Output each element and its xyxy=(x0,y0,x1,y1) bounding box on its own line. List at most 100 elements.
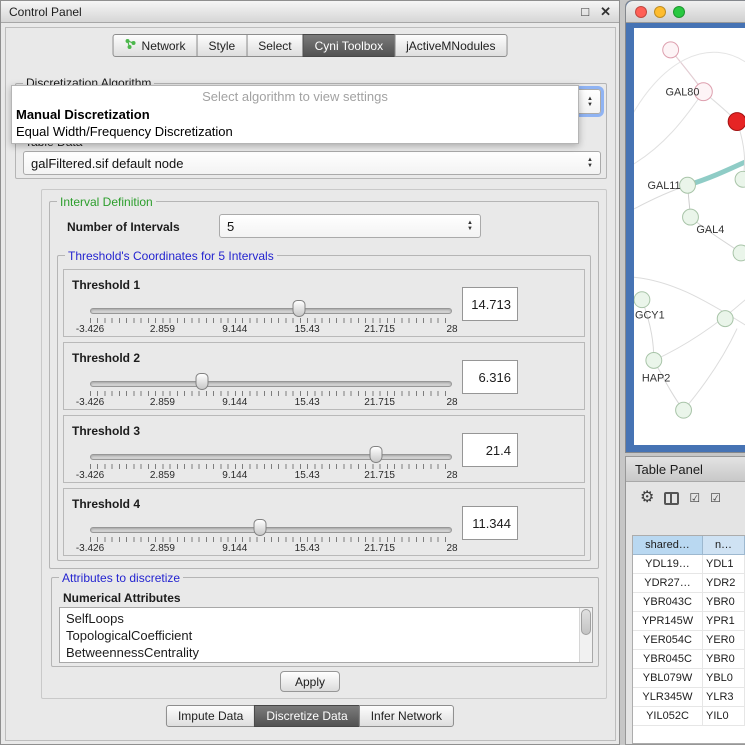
table-cell[interactable]: YIL0 xyxy=(703,707,745,725)
table-cell[interactable]: YBR0 xyxy=(703,650,745,668)
threshold-value-field[interactable]: 11.344 xyxy=(462,506,518,540)
node-label: GCY1 xyxy=(635,310,665,322)
combo-spinner-icon: ▲▼ xyxy=(467,220,473,232)
control-panel-window: Control Panel □ ✕ Network Style Select C… xyxy=(0,0,620,745)
window-title: Control Panel xyxy=(9,5,82,19)
table-cell[interactable]: YDL1 xyxy=(703,555,745,573)
table-row[interactable]: YBR043CYBR0 xyxy=(633,593,745,612)
close-window-icon[interactable]: ✕ xyxy=(600,1,611,23)
dropdown-option-manual[interactable]: Manual Discretization xyxy=(12,106,578,123)
attribute-list-item[interactable]: BetweennessCentrality xyxy=(66,644,579,661)
table-cell[interactable]: YLR3 xyxy=(703,688,745,706)
tab-network[interactable]: Network xyxy=(113,34,198,57)
table-cell[interactable]: YDL19… xyxy=(633,555,703,573)
table-panel-titlebar: Table Panel xyxy=(626,457,745,482)
table-cell[interactable]: YER054C xyxy=(633,631,703,649)
slider-thumb[interactable] xyxy=(196,373,209,390)
tab-style[interactable]: Style xyxy=(197,34,248,57)
network-window-titlebar xyxy=(626,1,745,23)
network-canvas[interactable]: GAL80GAL11GAL4GCY1HAP2 xyxy=(634,28,745,445)
threshold-value-field[interactable]: 14.713 xyxy=(462,287,518,321)
network-node[interactable] xyxy=(680,177,696,193)
network-edge[interactable] xyxy=(654,295,745,361)
table-row[interactable]: YER054CYER0 xyxy=(633,631,745,650)
table-cell[interactable]: YIL052C xyxy=(633,707,703,725)
network-node[interactable] xyxy=(663,42,679,58)
network-node[interactable] xyxy=(646,352,662,368)
slider-track[interactable] xyxy=(90,308,452,314)
tab-impute-data[interactable]: Impute Data xyxy=(166,705,255,727)
number-of-intervals-value: 5 xyxy=(227,219,234,234)
table-cell[interactable]: YBR043C xyxy=(633,593,703,611)
network-node[interactable] xyxy=(676,402,692,418)
table-row[interactable]: YBL079WYBL0 xyxy=(633,669,745,688)
slider-thumb[interactable] xyxy=(292,300,305,317)
dropdown-option-equal-width[interactable]: Equal Width/Frequency Discretization xyxy=(12,123,578,140)
tick-label: 15.43 xyxy=(295,543,320,554)
numerical-attributes-list[interactable]: SelfLoopsTopologicalCoefficientBetweenne… xyxy=(59,607,593,663)
slider-track[interactable] xyxy=(90,527,452,533)
threshold-value-field[interactable]: 21.4 xyxy=(462,433,518,467)
network-node[interactable] xyxy=(735,171,745,187)
table-cell[interactable]: YBR0 xyxy=(703,593,745,611)
network-edge[interactable] xyxy=(654,360,684,410)
column-header-shared-name[interactable]: shared… xyxy=(633,536,703,555)
table-row[interactable]: YBR045CYBR0 xyxy=(633,650,745,669)
table-panel-title: Table Panel xyxy=(635,462,703,477)
network-node[interactable] xyxy=(733,245,745,261)
network-node[interactable] xyxy=(683,209,699,225)
select-all-icon[interactable]: ☑ xyxy=(689,492,700,504)
threshold-value-field[interactable]: 6.316 xyxy=(462,360,518,394)
network-node[interactable] xyxy=(717,311,733,327)
select-none-icon[interactable]: ☑ xyxy=(710,492,721,504)
tab-discretize-data[interactable]: Discretize Data xyxy=(254,705,359,727)
tab-jactivemnodules[interactable]: jActiveMNodules xyxy=(394,34,507,57)
slider-track[interactable] xyxy=(90,454,452,460)
control-panel-titlebar: Control Panel □ ✕ xyxy=(1,1,619,23)
slider-thumb[interactable] xyxy=(254,519,267,536)
columns-icon[interactable] xyxy=(664,492,679,505)
table-row[interactable]: YLR345WYLR3 xyxy=(633,688,745,707)
table-cell[interactable]: YPR145W xyxy=(633,612,703,630)
attribute-list-item[interactable]: TopologicalCoefficient xyxy=(66,627,579,644)
threshold-label: Threshold 3 xyxy=(72,424,140,438)
tab-select[interactable]: Select xyxy=(246,34,303,57)
table-cell[interactable]: YPR1 xyxy=(703,612,745,630)
network-node[interactable] xyxy=(634,292,650,308)
table-row[interactable]: YPR145WYPR1 xyxy=(633,612,745,631)
threshold-label: Threshold 2 xyxy=(72,351,140,365)
network-edge[interactable] xyxy=(634,92,703,168)
table-cell[interactable]: YBL079W xyxy=(633,669,703,687)
gear-icon[interactable]: ⚙ xyxy=(640,490,654,506)
slider-ticks xyxy=(90,391,452,396)
tick-label: 28 xyxy=(446,324,457,335)
tick-label: -3.426 xyxy=(76,543,104,554)
table-cell[interactable]: YBL0 xyxy=(703,669,745,687)
table-cell[interactable]: YER0 xyxy=(703,631,745,649)
number-of-intervals-select[interactable]: 5 ▲▼ xyxy=(219,214,481,238)
table-row[interactable]: YDR27…YDR2 xyxy=(633,574,745,593)
network-node[interactable] xyxy=(728,113,745,131)
tab-infer-network[interactable]: Infer Network xyxy=(359,705,454,727)
table-cell[interactable]: YBR045C xyxy=(633,650,703,668)
network-edge[interactable] xyxy=(684,329,738,411)
close-traffic-light-icon[interactable] xyxy=(635,6,647,18)
table-cell[interactable]: YDR27… xyxy=(633,574,703,592)
slider-track[interactable] xyxy=(90,381,452,387)
table-row[interactable]: YDL19…YDL1 xyxy=(633,555,745,574)
table-cell[interactable]: YLR345W xyxy=(633,688,703,706)
threshold-label: Threshold 4 xyxy=(72,497,140,511)
slider-thumb[interactable] xyxy=(369,446,382,463)
column-header-name[interactable]: n… xyxy=(703,536,745,555)
apply-button[interactable]: Apply xyxy=(280,671,340,692)
minimize-traffic-light-icon[interactable] xyxy=(654,6,666,18)
attribute-list-item[interactable]: SelfLoops xyxy=(66,610,579,627)
table-data-select[interactable]: galFiltered.sif default node ▲▼ xyxy=(23,151,601,175)
scrollbar-thumb[interactable] xyxy=(581,609,591,635)
list-scrollbar[interactable] xyxy=(579,608,592,662)
table-cell[interactable]: YDR2 xyxy=(703,574,745,592)
tab-cyni-toolbox[interactable]: Cyni Toolbox xyxy=(303,34,395,57)
zoom-traffic-light-icon[interactable] xyxy=(673,6,685,18)
table-row[interactable]: YIL052CYIL0 xyxy=(633,707,745,726)
float-window-icon[interactable]: □ xyxy=(581,1,589,23)
